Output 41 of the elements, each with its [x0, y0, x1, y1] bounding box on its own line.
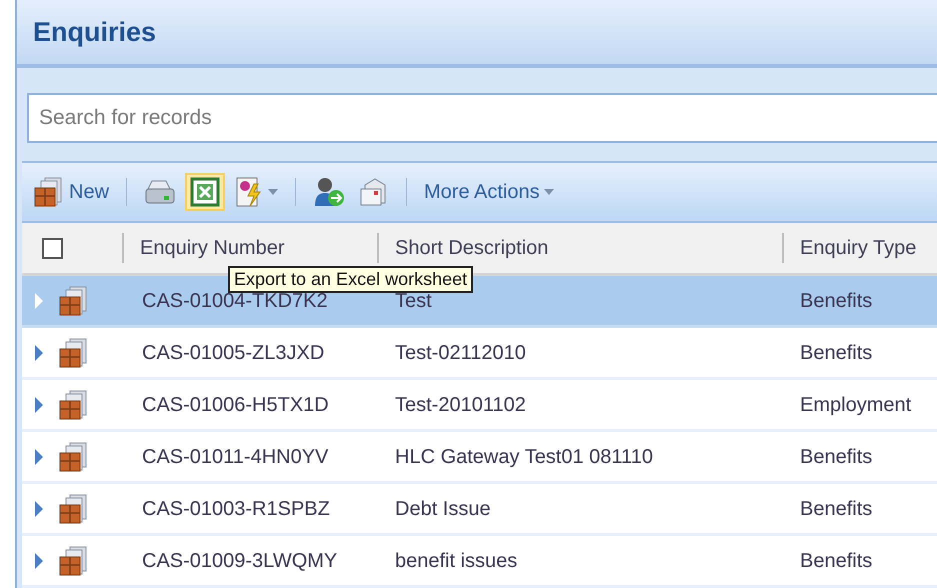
person-icon	[313, 176, 346, 208]
table-cell: Benefits	[800, 446, 872, 468]
table-cell: Test-02112010	[395, 342, 526, 364]
expand-icon	[34, 396, 44, 414]
table-cell: CAS-01003-R1SPBZ	[142, 498, 330, 520]
table-cell: Benefits	[800, 342, 872, 364]
table-row[interactable]: CAS-01011-4HN0YV HLC Gateway Test01 081110 Benefits	[22, 432, 937, 484]
search-field[interactable]: Search for records	[27, 93, 937, 143]
expand-icon	[34, 448, 44, 466]
expand-icon	[34, 344, 44, 362]
table-cell: Debt Issue	[395, 498, 491, 520]
column-header[interactable]: Short Description	[395, 233, 548, 263]
expand-icon	[34, 500, 44, 518]
table-row[interactable]: CAS-01003-R1SPBZ Debt Issue Benefits	[22, 484, 937, 536]
table-cell: Test-20101102	[395, 394, 526, 416]
table-row[interactable]: CAS-01005-ZL3JXD Test-02112010 Benefits	[22, 328, 937, 380]
table-row[interactable]: CAS-01009-3LWQMY benefit issues Benefits	[22, 536, 937, 588]
table-cell: CAS-01006-H5TX1D	[142, 394, 329, 416]
page-title: Enquiries	[33, 16, 156, 49]
table-cell: Test	[395, 290, 432, 312]
table-cell: CAS-01005-ZL3JXD	[142, 342, 324, 364]
toolbar-button[interactable]	[185, 173, 226, 211]
tooltip: Export to an Excel worksheet	[228, 266, 474, 292]
table-row[interactable]: CAS-01006-H5TX1D Test-20101102 Employment	[22, 380, 937, 432]
expand-icon	[34, 292, 44, 310]
select-all-checkbox[interactable]	[42, 238, 63, 258]
menu-button[interactable]: More Actions	[419, 173, 559, 211]
column-header[interactable]: Enquiry Number	[140, 233, 285, 263]
new-button[interactable]: New	[28, 172, 114, 212]
column-header[interactable]: Enquiry Type	[800, 233, 916, 263]
table-cell: benefit issues	[395, 550, 518, 572]
table-cell: CAS-01004-TKD7K2	[142, 290, 328, 312]
table-cell: CAS-01009-3LWQMY	[142, 550, 338, 572]
expand-icon	[34, 552, 44, 570]
spreadsheet-icon	[190, 177, 220, 207]
table-cell: Benefits	[800, 550, 872, 572]
table-cell: CAS-01011-4HN0YV	[142, 446, 328, 468]
table-cell: HLC Gateway Test01 081110	[395, 446, 653, 468]
table-cell: Employment	[800, 394, 912, 416]
table-cell: Benefits	[800, 290, 872, 312]
table-cell: Benefits	[800, 498, 872, 520]
